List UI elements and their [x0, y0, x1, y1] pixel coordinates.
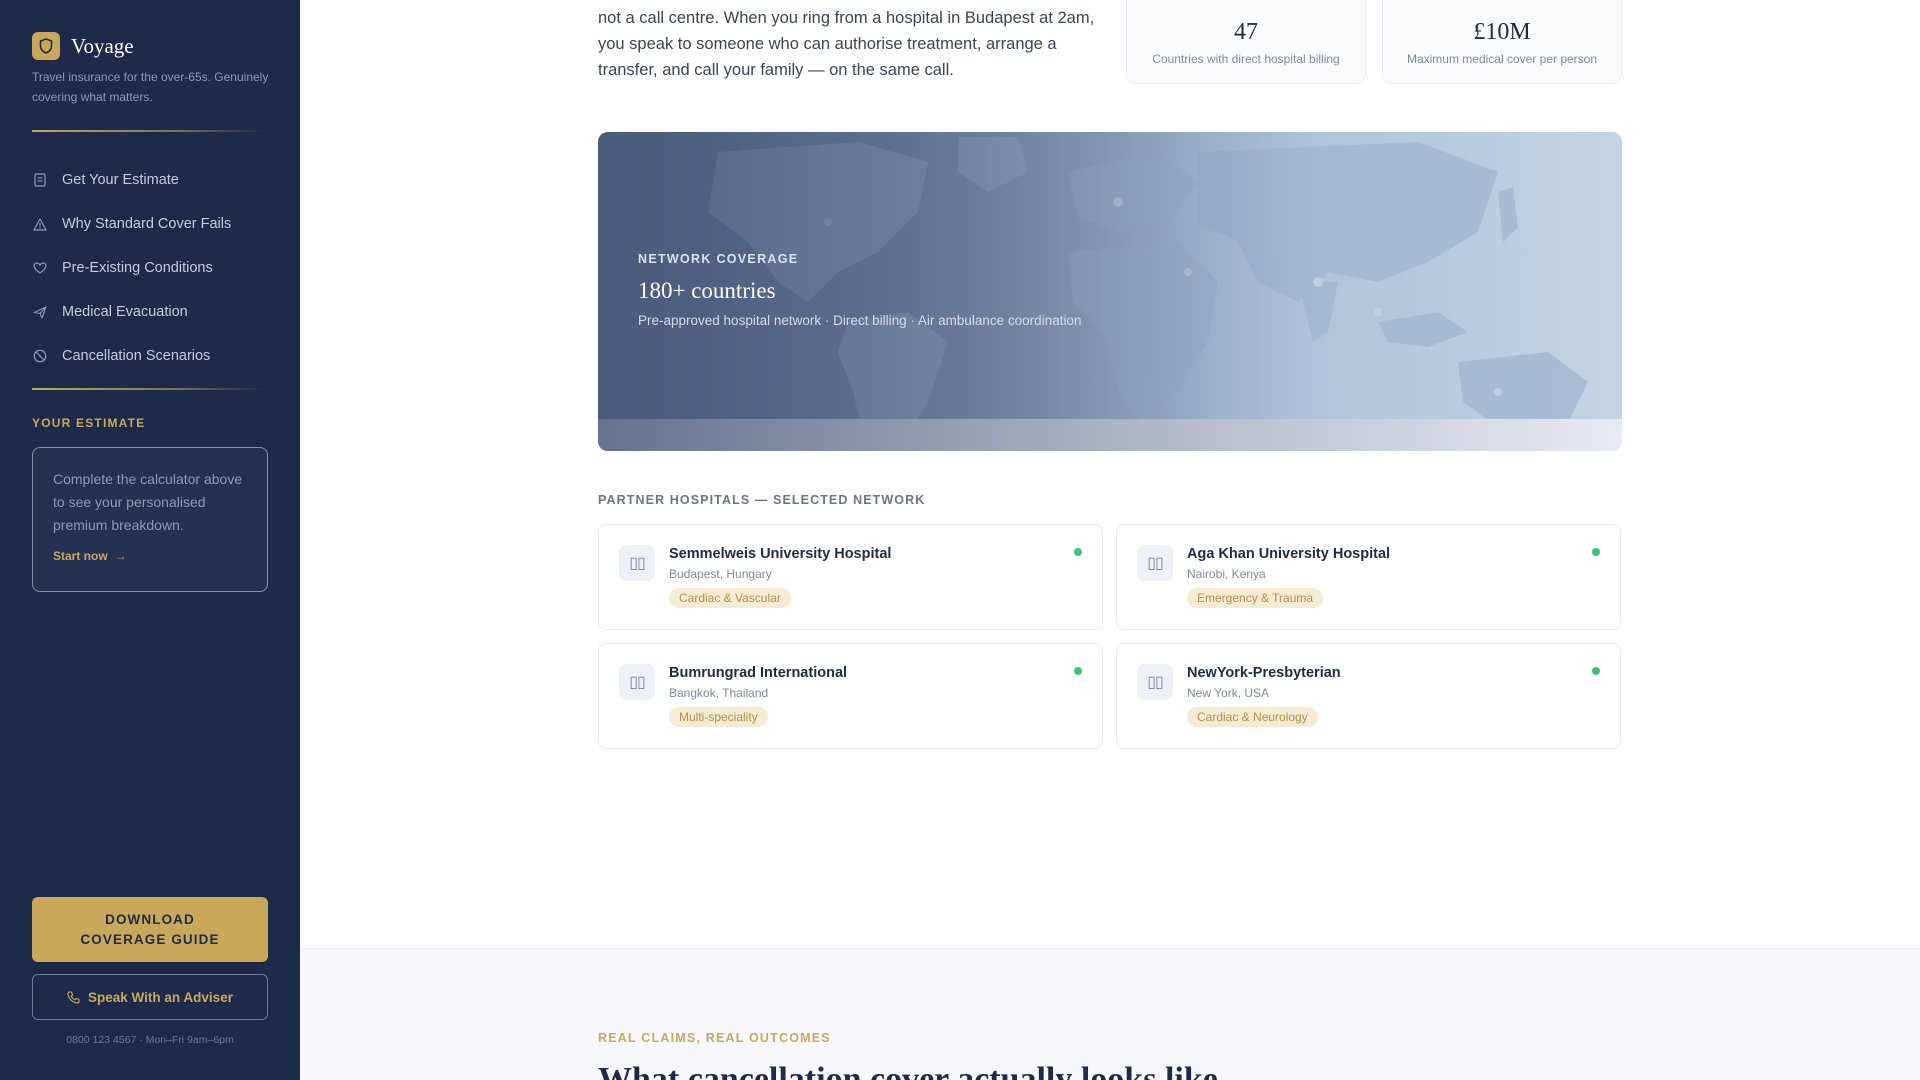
hospital-card[interactable]: ▯▯ NewYork-Presbyterian New York, USA Ca… — [1116, 643, 1621, 749]
hospital-location: New York, USA — [1187, 686, 1270, 700]
claims-title: What cancellation cover actually looks l… — [598, 1061, 1218, 1080]
network-title: 180+ countries — [638, 278, 776, 303]
nav-label: Cancellation Scenarios — [62, 348, 211, 364]
nav-item-why-standard-cover-fails[interactable]: Why Standard Cover Fails — [32, 202, 272, 246]
specialty-tag: Cardiac & Vascular — [669, 588, 791, 608]
hospital-icon: ▯▯ — [1137, 545, 1173, 581]
sidebar: Voyage Travel insurance for the over-65s… — [0, 0, 300, 1080]
estimate-text: Complete the calculator above to see you… — [53, 471, 243, 533]
estimate-panel: Complete the calculator above to see you… — [32, 447, 268, 592]
hospital-location: Budapest, Hungary — [669, 567, 772, 581]
hospital-name: Aga Khan University Hospital — [1187, 546, 1391, 562]
main-content: not a call centre. When you ring from a … — [300, 0, 1920, 1080]
hospital-location: Bangkok, Thailand — [669, 686, 769, 700]
nav-item-pre-existing-conditions[interactable]: Pre-Existing Conditions — [32, 246, 272, 290]
hospital-card[interactable]: ▯▯ Semmelweis University Hospital Budape… — [598, 524, 1103, 630]
nav-label: Why Standard Cover Fails — [62, 216, 232, 232]
nav-item-medical-evacuation[interactable]: Medical Evacuation — [32, 290, 272, 334]
shield-logo-icon — [32, 32, 60, 60]
network-subtitle: Pre-approved hospital network · Direct b… — [638, 313, 1082, 328]
status-dot — [1074, 548, 1082, 556]
heart-icon — [32, 260, 48, 276]
hospital-name: Bumrungrad International — [669, 665, 848, 681]
adviser-label: Speak With an Adviser — [88, 989, 233, 1005]
stat-value: 47 — [1234, 19, 1258, 45]
hospital-card[interactable]: ▯▯ Bumrungrad International Bangkok, Tha… — [598, 643, 1103, 749]
nav-item-cancellation-scenarios[interactable]: Cancellation Scenarios — [32, 334, 272, 378]
plane-icon — [32, 304, 48, 320]
network-coverage-text: NETWORK COVERAGE 180+ countries Pre-appr… — [638, 252, 1081, 328]
specialty-tag: Emergency & Trauma — [1187, 588, 1324, 608]
divider — [32, 130, 264, 132]
cancel-icon — [32, 348, 48, 364]
partners-heading: PARTNER HOSPITALS — SELECTED NETWORK — [598, 493, 926, 507]
brand[interactable]: Voyage — [32, 32, 134, 60]
nav-label: Medical Evacuation — [62, 304, 188, 320]
network-coverage-banner: NETWORK COVERAGE 180+ countries Pre-appr… — [598, 132, 1622, 451]
map-footer-strip — [598, 419, 1622, 451]
intro-paragraph: not a call centre. When you ring from a … — [598, 9, 1095, 79]
hospital-name: Semmelweis University Hospital — [669, 546, 892, 562]
hospital-card[interactable]: ▯▯ Aga Khan University Hospital Nairobi,… — [1116, 524, 1621, 630]
contact-info: 0800 123 4567 · Mon–Fri 9am–6pm — [66, 1034, 234, 1046]
estimate-heading: YOUR ESTIMATE — [32, 416, 146, 430]
warning-icon — [32, 216, 48, 232]
start-now-link[interactable]: Start now → — [53, 549, 247, 563]
stat-card-countries: 47 Countries with direct hospital billin… — [1126, 0, 1366, 84]
arrow-right-icon: → — [114, 549, 127, 563]
stat-label: Maximum medical cover per person — [1406, 52, 1598, 66]
status-dot — [1592, 548, 1600, 556]
brand-tagline: Travel insurance for the over-65s. Genui… — [32, 70, 269, 104]
specialty-tag: Multi-speciality — [669, 707, 768, 727]
hospital-icon: ▯▯ — [619, 664, 655, 700]
brand-name: Voyage — [71, 33, 134, 58]
sidebar-nav: Get Your Estimate Why Standard Cover Fai… — [32, 158, 272, 378]
download-coverage-guide-button[interactable]: DOWNLOAD COVERAGE GUIDE — [32, 897, 268, 962]
status-dot — [1074, 667, 1082, 675]
start-now-label: Start now — [53, 549, 108, 563]
hospital-name: NewYork-Presbyterian — [1187, 665, 1341, 681]
speak-with-adviser-button[interactable]: Speak With an Adviser — [32, 974, 268, 1020]
stat-card-max-cover: £10M Maximum medical cover per person — [1382, 0, 1622, 84]
specialty-tag: Cardiac & Neurology — [1187, 707, 1318, 727]
phone-icon — [67, 990, 80, 1004]
network-eyebrow: NETWORK COVERAGE — [638, 252, 799, 266]
hospital-icon: ▯▯ — [619, 545, 655, 581]
nav-label: Pre-Existing Conditions — [62, 260, 213, 276]
claims-section: REAL CLAIMS, REAL OUTCOMES What cancella… — [300, 948, 1920, 1080]
hospital-location: Nairobi, Kenya — [1187, 567, 1266, 581]
nav-label: Get Your Estimate — [62, 172, 179, 188]
claims-eyebrow: REAL CLAIMS, REAL OUTCOMES — [598, 1031, 831, 1045]
nav-item-get-your-estimate[interactable]: Get Your Estimate — [32, 158, 272, 202]
hospital-icon: ▯▯ — [1137, 664, 1173, 700]
divider — [32, 388, 264, 390]
stat-value: £10M — [1473, 19, 1531, 45]
clipboard-icon — [32, 172, 48, 188]
status-dot — [1592, 667, 1600, 675]
stat-label: Countries with direct hospital billing — [1152, 52, 1340, 66]
